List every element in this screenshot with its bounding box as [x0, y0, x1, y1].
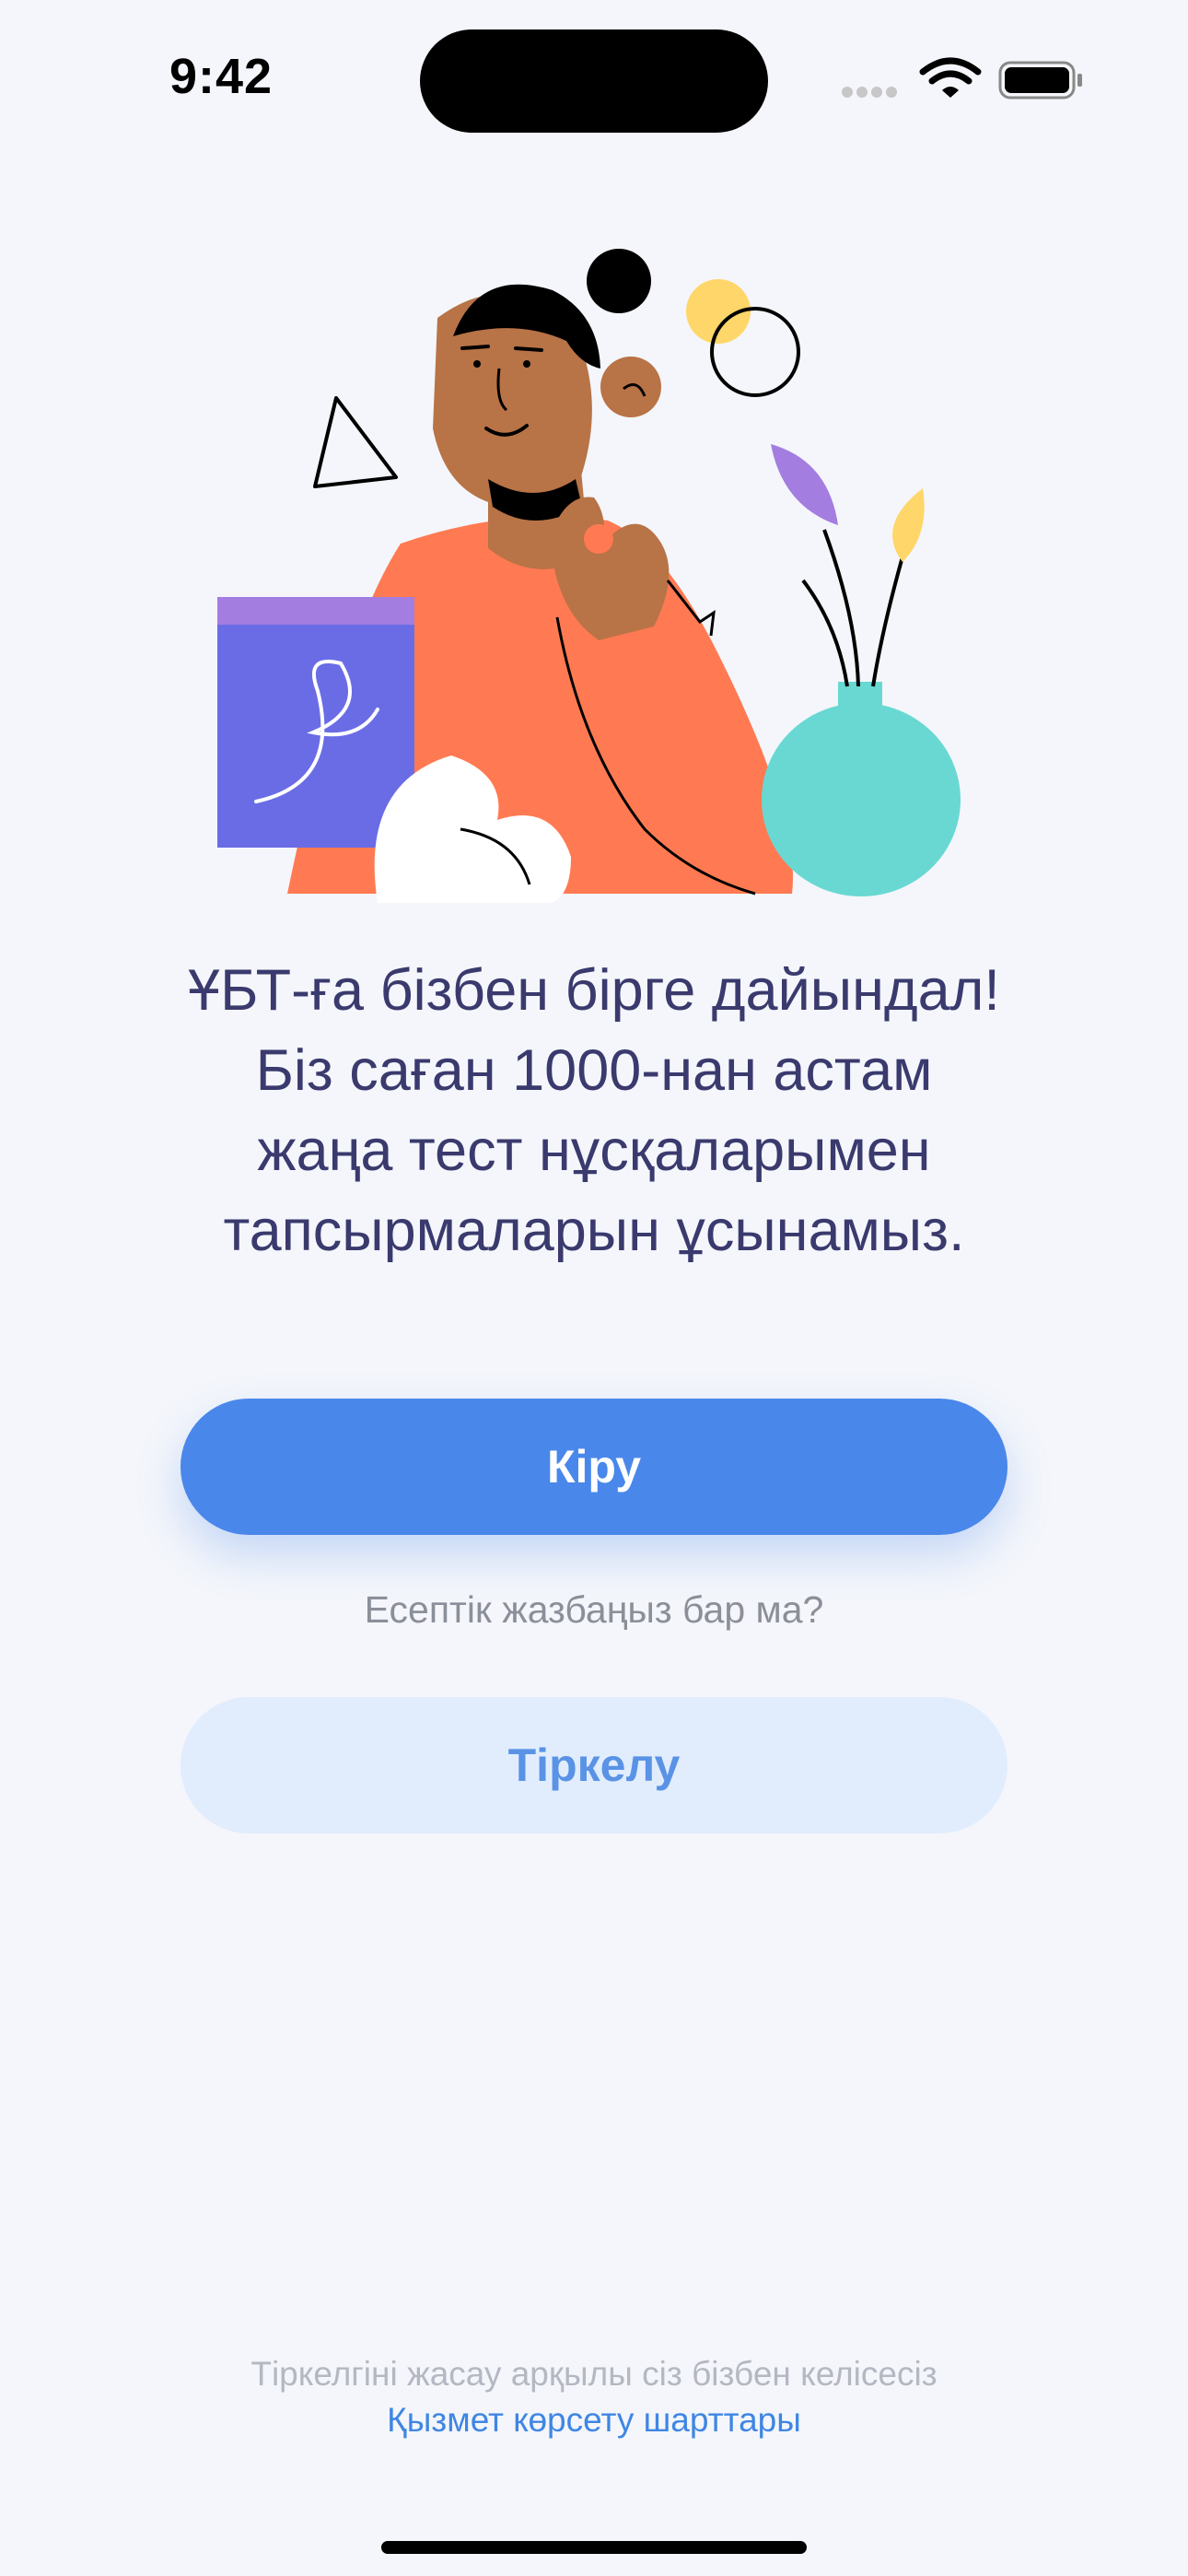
account-question-text: Есептік жазбаңыз бар ма? [364, 1588, 824, 1631]
battery-icon [998, 61, 1082, 100]
hair-bun-shape [587, 249, 651, 313]
book-shape [217, 597, 414, 848]
headline-line: жаңа тест нұсқаларымен [257, 1118, 931, 1183]
signal-dots-icon [842, 87, 897, 98]
terms-footer: Тіркелгіні жасау арқылы сіз бізбен келіс… [0, 2351, 1188, 2443]
status-bar: 9:42 [0, 0, 1188, 147]
yellow-leaf-shape [892, 488, 925, 562]
headline-line: ҰБТ-ға бізбен бірге дайындал! [188, 958, 1000, 1023]
terms-text: Тіркелгіні жасау арқылы сіз бізбен келіс… [250, 2355, 938, 2393]
ear-shape [600, 357, 661, 417]
outline-circle-shape [710, 307, 800, 397]
status-time: 9:42 [169, 49, 274, 104]
register-button[interactable]: Тіркелу [181, 1697, 1007, 1833]
woman-with-book-illustration [217, 249, 961, 903]
terms-of-service-link[interactable]: Қызмет көрсету шарттары [0, 2397, 1188, 2443]
wifi-icon [919, 57, 982, 98]
triangle-shape [313, 396, 398, 488]
home-indicator[interactable] [381, 2541, 807, 2554]
purple-leaf-shape [771, 444, 838, 525]
headline-line: тапсырмаларын ұсынамыз. [223, 1199, 965, 1263]
headline-line: Біз саған 1000-нан астам [255, 1038, 933, 1103]
vase-shape [762, 703, 961, 896]
login-button[interactable]: Кіру [181, 1399, 1007, 1535]
dynamic-island [420, 29, 768, 133]
headline: ҰБТ-ға бізбен бірге дайындал! Біз саған … [55, 951, 1133, 1271]
status-icons [842, 57, 1082, 100]
